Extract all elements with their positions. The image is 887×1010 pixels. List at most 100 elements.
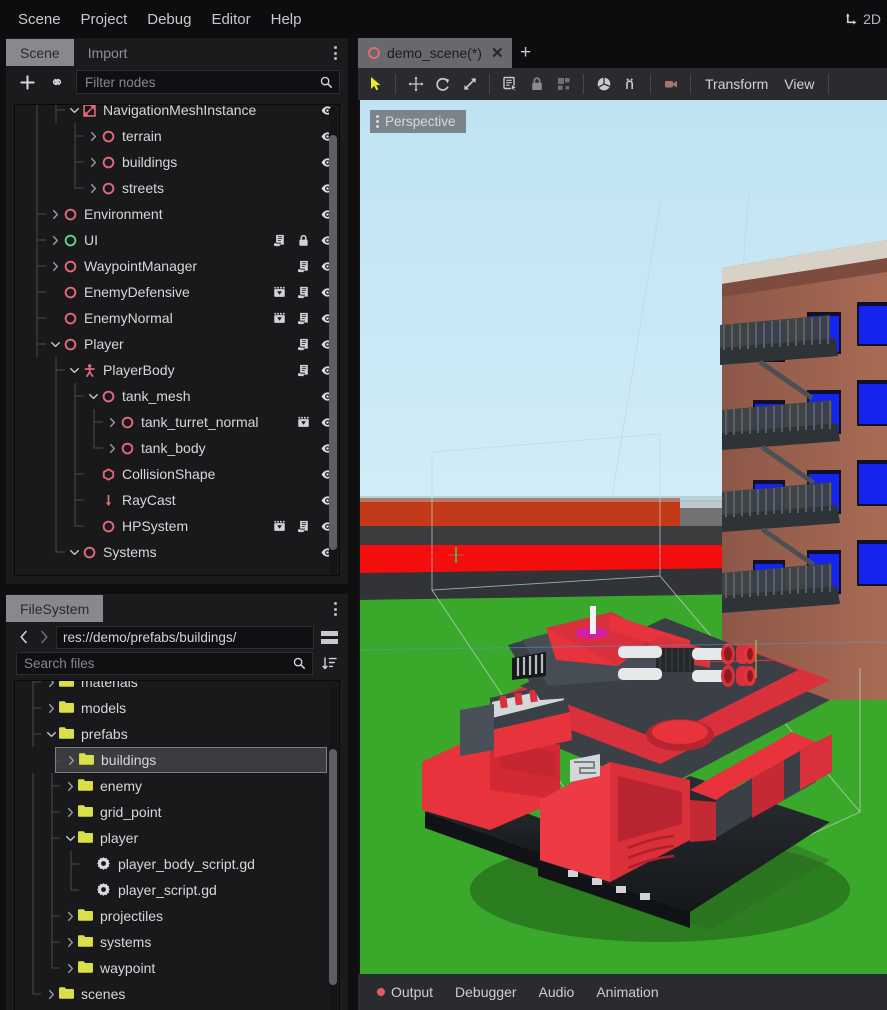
chevron-right-icon[interactable] <box>63 781 77 792</box>
script-icon[interactable] <box>296 311 311 326</box>
filesystem-item-materials[interactable]: materials <box>15 681 339 695</box>
scene-tree-item-systems[interactable]: Systems <box>15 539 339 565</box>
transform-menu[interactable]: Transform <box>697 72 776 96</box>
scene-tree-scrollbar[interactable] <box>329 107 337 575</box>
tab-import[interactable]: Import <box>73 39 142 66</box>
chevron-down-icon[interactable] <box>86 391 100 402</box>
tab-filesystem[interactable]: FileSystem <box>6 595 104 622</box>
lock-icon[interactable] <box>523 70 550 98</box>
script-icon[interactable] <box>296 337 311 352</box>
bottom-tab-debugger[interactable]: Debugger <box>446 980 526 1004</box>
chevron-right-icon[interactable] <box>86 157 100 168</box>
scene-tree-item-buildings[interactable]: buildings <box>15 149 339 175</box>
chevron-right-icon[interactable] <box>44 681 58 688</box>
chevron-right-icon[interactable] <box>48 209 62 220</box>
chevron-right-icon[interactable] <box>36 627 52 647</box>
scene-tree-item-terrain[interactable]: terrain <box>15 123 339 149</box>
chevron-right-icon[interactable] <box>48 261 62 272</box>
filesystem-item-prefabs[interactable]: prefabs <box>15 721 339 747</box>
scene-tree-item-streets[interactable]: streets <box>15 175 339 201</box>
menu-project[interactable]: Project <box>71 7 138 32</box>
chevron-right-icon[interactable] <box>44 703 58 714</box>
script-icon[interactable] <box>296 285 311 300</box>
anim-icon[interactable] <box>296 415 311 430</box>
mode-2d-button[interactable]: 2D <box>838 8 887 30</box>
filesystem-path-field[interactable]: res://demo/prefabs/buildings/ <box>56 625 314 649</box>
close-icon[interactable]: ✕ <box>491 44 504 62</box>
scene-tab-demo-scene[interactable]: demo_scene(*) ✕ <box>358 38 512 68</box>
chevron-down-icon[interactable] <box>48 339 62 350</box>
chevron-right-icon[interactable] <box>63 911 77 922</box>
chevron-right-icon[interactable] <box>105 417 119 428</box>
chevron-left-icon[interactable] <box>16 627 32 647</box>
scene-tree-item-enemynormal[interactable]: EnemyNormal <box>15 305 339 331</box>
filter-nodes-input[interactable]: Filter nodes <box>76 70 340 94</box>
scene-tree[interactable]: NavigationMeshInstance terrain buildings st… <box>14 104 340 576</box>
filesystem-item-models[interactable]: models <box>15 695 339 721</box>
chevron-right-icon[interactable] <box>63 963 77 974</box>
link-icon[interactable] <box>46 71 68 93</box>
scene-tree-item-playerbody[interactable]: PlayerBody <box>15 357 339 383</box>
search-files-input[interactable]: Search files <box>16 651 313 675</box>
chevron-down-icon[interactable] <box>44 729 58 740</box>
filesystem-item-waypoint[interactable]: waypoint <box>15 955 339 981</box>
filesystem-item-player-body-script-gd[interactable]: player_body_script.gd <box>15 851 339 877</box>
rotate-icon[interactable] <box>429 70 456 98</box>
view-menu[interactable]: View <box>776 72 822 96</box>
chevron-down-icon[interactable] <box>67 365 81 376</box>
chevron-down-icon[interactable] <box>67 547 81 558</box>
filesystem-tree[interactable]: materials models prefabs buildings enemy grid… <box>14 680 340 1010</box>
scene-tree-item-ui[interactable]: UI <box>15 227 339 253</box>
filesystem-item-player-script-gd[interactable]: player_script.gd <box>15 877 339 903</box>
script-icon[interactable] <box>296 519 311 534</box>
script-icon[interactable] <box>296 259 311 274</box>
scene-tree-item-waypointmanager[interactable]: WaypointManager <box>15 253 339 279</box>
scene-tree-item-player[interactable]: Player <box>15 331 339 357</box>
filesystem-item-systems[interactable]: systems <box>15 929 339 955</box>
plus-icon[interactable] <box>16 71 38 93</box>
select-cursor-icon[interactable] <box>362 70 389 98</box>
lock-icon[interactable] <box>296 233 311 248</box>
scene-tree-item-tank-mesh[interactable]: tank_mesh <box>15 383 339 409</box>
menu-editor[interactable]: Editor <box>201 7 260 32</box>
scene-tree-item-raycast[interactable]: RayCast <box>15 487 339 513</box>
viewport-perspective-button[interactable]: Perspective <box>370 110 466 133</box>
anim-icon[interactable] <box>272 285 287 300</box>
anim-icon[interactable] <box>272 519 287 534</box>
list-select-icon[interactable] <box>496 70 523 98</box>
vertical-dots-icon[interactable] <box>328 44 342 62</box>
chevron-right-icon[interactable] <box>48 235 62 246</box>
chevron-down-icon[interactable] <box>63 833 77 844</box>
split-layout-icon[interactable] <box>318 626 340 648</box>
script-icon[interactable] <box>296 363 311 378</box>
chevron-right-icon[interactable] <box>105 443 119 454</box>
vertical-dots-icon[interactable] <box>328 600 342 618</box>
scene-tree-item-tank-turret-normal[interactable]: tank_turret_normal <box>15 409 339 435</box>
scene-tree-item-collisionshape[interactable]: CollisionShape <box>15 461 339 487</box>
snap-icon[interactable] <box>617 70 644 98</box>
mesh-icon[interactable] <box>590 70 617 98</box>
filesystem-item-enemy[interactable]: enemy <box>15 773 339 799</box>
move-icon[interactable] <box>402 70 429 98</box>
chevron-right-icon[interactable] <box>86 183 100 194</box>
chevron-right-icon[interactable] <box>44 989 58 1000</box>
camera-icon[interactable] <box>657 70 684 98</box>
filesystem-item-grid-point[interactable]: grid_point <box>15 799 339 825</box>
sort-icon[interactable] <box>318 652 340 674</box>
anim-icon[interactable] <box>272 311 287 326</box>
scene-tree-item-hpsystem[interactable]: HPSystem <box>15 513 339 539</box>
bottom-tab-animation[interactable]: Animation <box>587 980 667 1004</box>
tab-scene[interactable]: Scene <box>6 39 74 66</box>
script-icon[interactable] <box>272 233 287 248</box>
bottom-tab-audio[interactable]: Audio <box>530 980 584 1004</box>
filesystem-item-buildings[interactable]: buildings <box>55 747 327 773</box>
chevron-right-icon[interactable] <box>63 937 77 948</box>
chevron-right-icon[interactable] <box>63 807 77 818</box>
bottom-tab-output[interactable]: Output <box>368 980 442 1004</box>
filesystem-item-scenes[interactable]: scenes <box>15 981 339 1007</box>
scene-tree-item-tank-body[interactable]: tank_body <box>15 435 339 461</box>
chevron-right-icon[interactable] <box>64 755 78 766</box>
chevron-right-icon[interactable] <box>86 131 100 142</box>
scene-tree-item-navigationmeshinstance[interactable]: NavigationMeshInstance <box>15 105 339 123</box>
filesystem-item-projectiles[interactable]: projectiles <box>15 903 339 929</box>
